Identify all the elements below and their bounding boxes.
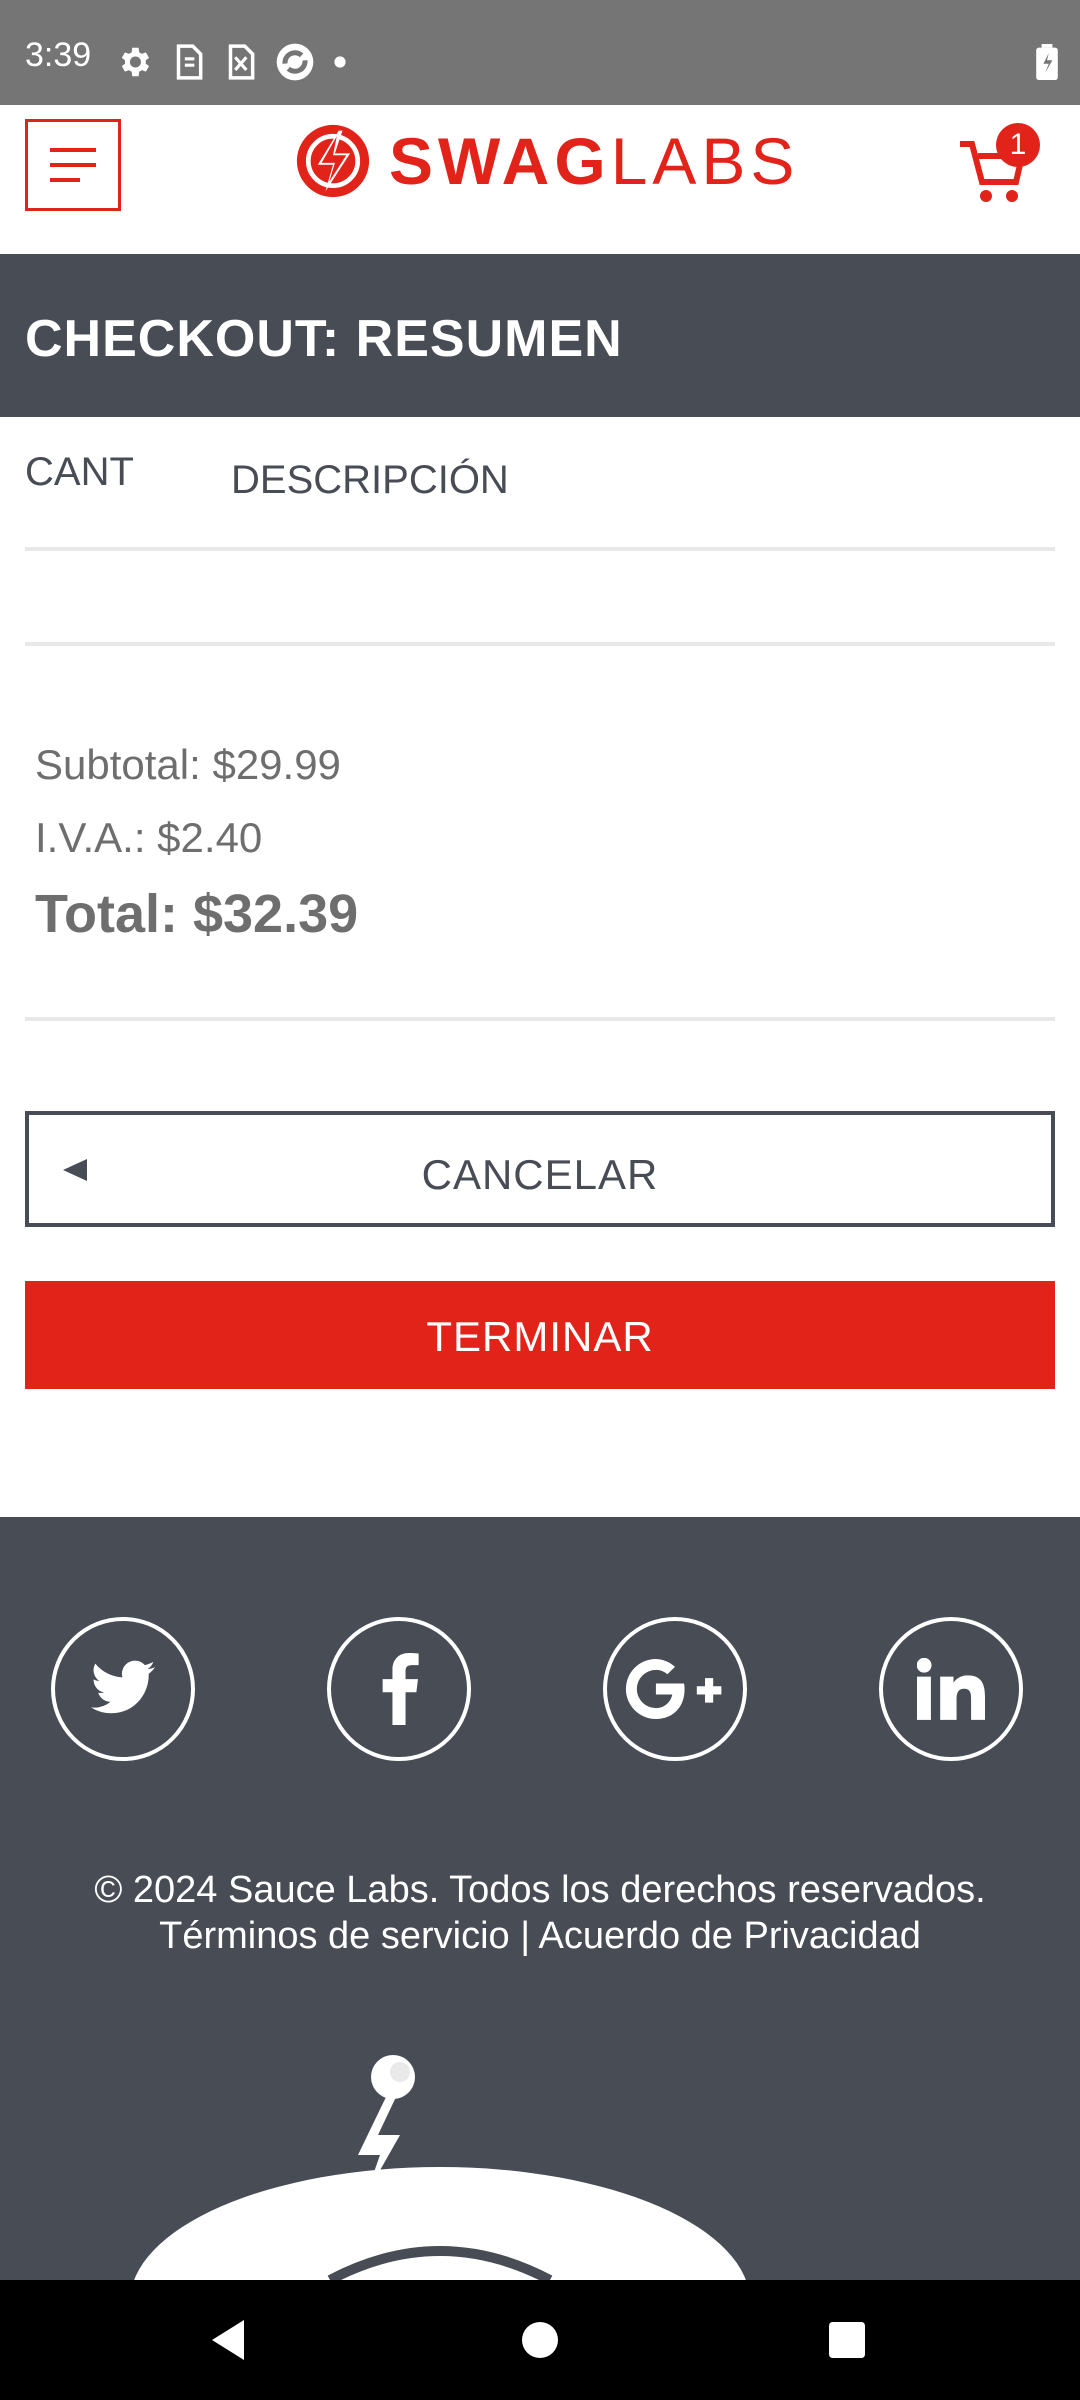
sim-off-icon xyxy=(228,44,255,80)
swag-labs-logo: SWAGLABS xyxy=(295,123,799,199)
footer-links[interactable]: Términos de servicio | Acuerdo de Privac… xyxy=(0,1913,1080,1959)
logo-bolt-icon xyxy=(296,124,370,198)
cart-button[interactable]: 1 xyxy=(958,123,1048,209)
finish-label: TERMINAR xyxy=(426,1313,654,1360)
twitter-icon xyxy=(90,1660,156,1714)
battery-icon xyxy=(1036,44,1058,80)
twitter-button[interactable] xyxy=(51,1617,195,1761)
column-header-description: DESCRIPCIÓN xyxy=(231,458,509,502)
status-bar: 3:39 xyxy=(0,0,1080,105)
divider xyxy=(25,642,1055,646)
cancel-label: CANCELAR xyxy=(421,1151,659,1198)
tax-label: I.V.A.: $2.40 xyxy=(35,814,263,861)
home-button[interactable] xyxy=(480,2280,600,2400)
copyright-text: © 2024 Sauce Labs. Todos los derechos re… xyxy=(0,1867,1080,1959)
column-header-quantity: CANT xyxy=(25,450,134,494)
status-time: 3:39 xyxy=(25,36,92,74)
facebook-icon xyxy=(382,1653,419,1725)
cart-badge: 1 xyxy=(996,123,1040,167)
footer: © 2024 Sauce Labs. Todos los derechos re… xyxy=(0,1517,1080,2280)
hamburger-menu-bar xyxy=(50,178,80,182)
linkedin-button[interactable] xyxy=(879,1617,1023,1761)
back-icon xyxy=(212,2320,244,2360)
status-icons xyxy=(115,42,347,82)
system-nav-bar xyxy=(0,2280,1080,2400)
home-icon xyxy=(522,2322,558,2358)
copyright-line: © 2024 Sauce Labs. Todos los derechos re… xyxy=(94,1869,986,1911)
google-plus-button[interactable] xyxy=(603,1617,747,1761)
page-title: CHECKOUT: RESUMEN xyxy=(25,310,623,368)
hamburger-menu-icon xyxy=(50,148,96,152)
cancel-button[interactable]: CANCELAR xyxy=(25,1111,1055,1227)
gear-icon xyxy=(121,47,150,77)
back-button[interactable] xyxy=(168,2280,288,2400)
title-bar: CHECKOUT: RESUMEN xyxy=(0,254,1080,417)
menu-button[interactable] xyxy=(25,119,121,211)
google-plus-icon xyxy=(625,1659,722,1719)
divider xyxy=(25,547,1055,551)
subtotal-label: Subtotal: $29.99 xyxy=(35,741,341,788)
recents-icon xyxy=(829,2322,865,2358)
app-header: SWAGLABS 1 xyxy=(0,105,1080,255)
logo-text-bold: SWAG xyxy=(389,124,611,198)
recents-button[interactable] xyxy=(787,2280,907,2400)
dot-icon xyxy=(334,56,346,68)
total-label: Total: $32.39 xyxy=(35,884,359,944)
sim-icon xyxy=(176,44,203,80)
linkedin-icon xyxy=(917,1658,985,1720)
finish-button[interactable]: TERMINAR xyxy=(25,1281,1055,1389)
logo-text: SWAGLABS xyxy=(389,128,799,194)
hamburger-menu-bar xyxy=(50,163,96,167)
facebook-button[interactable] xyxy=(327,1617,471,1761)
sync-icon xyxy=(276,43,314,81)
logo-text-light: LABS xyxy=(610,124,800,198)
divider xyxy=(25,1017,1055,1021)
mascot-illustration xyxy=(134,2055,746,2280)
